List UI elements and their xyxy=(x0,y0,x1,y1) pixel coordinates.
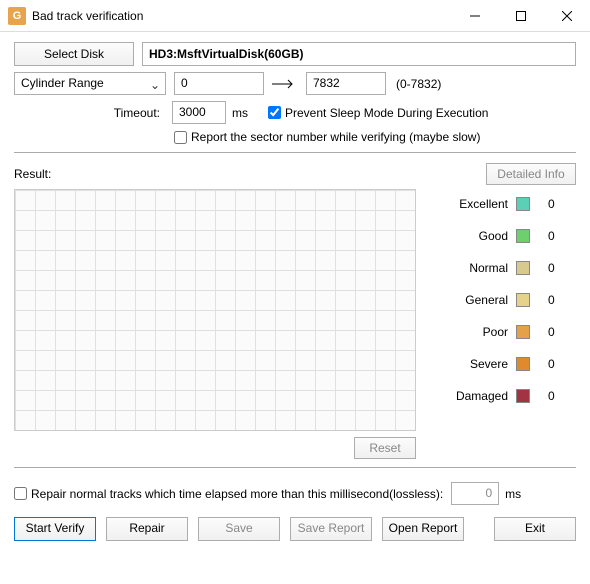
legend-count: 0 xyxy=(548,229,570,243)
range-to-input[interactable]: 7832 xyxy=(306,72,386,95)
divider xyxy=(14,152,576,153)
disk-name-field: HD3:MsftVirtualDisk(60GB) xyxy=(142,42,576,66)
repair-ms-label: Repair normal tracks which time elapsed … xyxy=(31,487,443,501)
legend-label: Good xyxy=(479,229,508,243)
legend-swatch xyxy=(516,357,530,371)
legend-label: Excellent xyxy=(459,197,508,211)
select-disk-button[interactable]: Select Disk xyxy=(14,42,134,66)
maximize-button[interactable] xyxy=(498,0,544,32)
repair-ms-checkbox[interactable]: Repair normal tracks which time elapsed … xyxy=(14,487,443,501)
legend-item: Good 0 xyxy=(442,229,570,243)
legend-count: 0 xyxy=(548,197,570,211)
legend-count: 0 xyxy=(548,389,570,403)
legend-label: Damaged xyxy=(456,389,508,403)
legend-label: Poor xyxy=(483,325,508,339)
detailed-info-button[interactable]: Detailed Info xyxy=(486,163,576,185)
range-mode-dropdown[interactable]: Cylinder Range xyxy=(14,72,166,95)
legend-count: 0 xyxy=(548,325,570,339)
legend-item: General 0 xyxy=(442,293,570,307)
open-report-button[interactable]: Open Report xyxy=(382,517,464,541)
legend-label: General xyxy=(465,293,508,307)
close-button[interactable] xyxy=(544,0,590,32)
legend-item: Normal 0 xyxy=(442,261,570,275)
save-report-button[interactable]: Save Report xyxy=(290,517,372,541)
timeout-input[interactable]: 3000 xyxy=(172,101,226,124)
exit-button[interactable]: Exit xyxy=(494,517,576,541)
report-sector-label: Report the sector number while verifying… xyxy=(191,130,480,144)
legend-swatch xyxy=(516,197,530,211)
legend-item: Damaged 0 xyxy=(442,389,570,403)
reset-button[interactable]: Reset xyxy=(354,437,416,459)
legend-label: Severe xyxy=(470,357,508,371)
timeout-unit: ms xyxy=(232,106,248,120)
result-grid xyxy=(14,189,416,431)
repair-button[interactable]: Repair xyxy=(106,517,188,541)
range-from-input[interactable]: 0 xyxy=(174,72,264,95)
legend-label: Normal xyxy=(469,261,508,275)
save-button[interactable]: Save xyxy=(198,517,280,541)
legend-item: Excellent 0 xyxy=(442,197,570,211)
legend-swatch xyxy=(516,229,530,243)
legend-count: 0 xyxy=(548,293,570,307)
minimize-button[interactable] xyxy=(452,0,498,32)
legend-count: 0 xyxy=(548,261,570,275)
app-icon: G xyxy=(8,7,26,25)
range-arrow-icon xyxy=(272,79,298,89)
result-label: Result: xyxy=(14,167,486,181)
legend: Excellent0Good0Normal0General0Poor0Sever… xyxy=(416,189,576,431)
legend-item: Severe 0 xyxy=(442,357,570,371)
start-verify-button[interactable]: Start Verify xyxy=(14,517,96,541)
repair-ms-unit: ms xyxy=(505,487,521,501)
titlebar: G Bad track verification xyxy=(0,0,590,32)
repair-ms-input[interactable]: 0 xyxy=(451,482,499,505)
legend-count: 0 xyxy=(548,357,570,371)
timeout-label: Timeout: xyxy=(14,106,166,120)
legend-swatch xyxy=(516,389,530,403)
legend-swatch xyxy=(516,261,530,275)
report-sector-checkbox[interactable]: Report the sector number while verifying… xyxy=(174,130,480,144)
window-title: Bad track verification xyxy=(32,9,452,23)
range-hint: (0-7832) xyxy=(396,77,441,91)
legend-swatch xyxy=(516,293,530,307)
window-controls xyxy=(452,0,590,32)
prevent-sleep-label: Prevent Sleep Mode During Execution xyxy=(285,106,488,120)
legend-swatch xyxy=(516,325,530,339)
divider xyxy=(14,467,576,468)
legend-item: Poor 0 xyxy=(442,325,570,339)
prevent-sleep-checkbox[interactable]: Prevent Sleep Mode During Execution xyxy=(268,106,488,120)
